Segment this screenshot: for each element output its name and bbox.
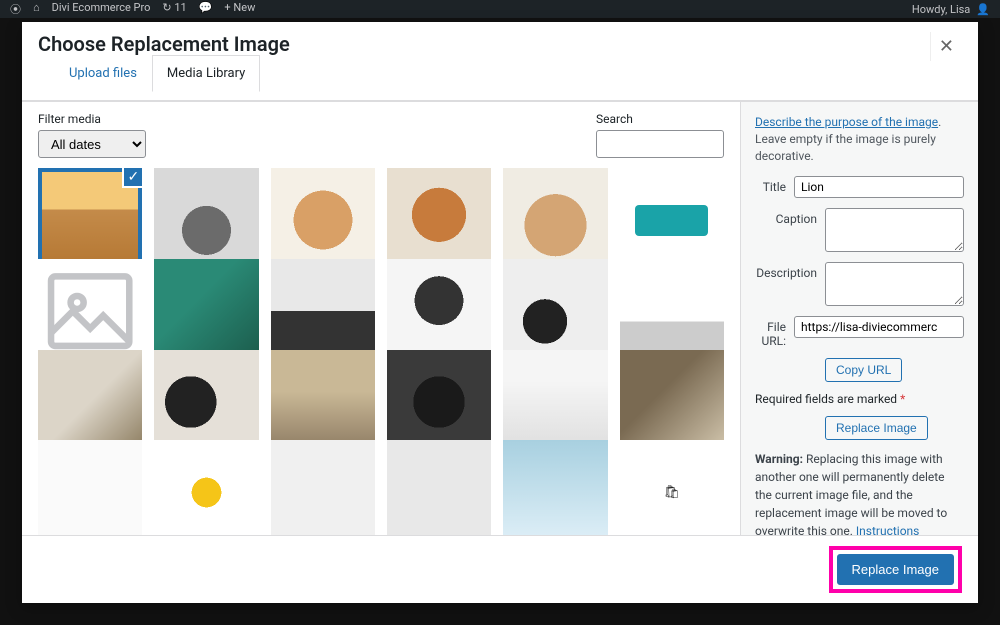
comments-icon[interactable]: 💬 xyxy=(199,1,213,17)
file-url-input[interactable] xyxy=(794,316,964,338)
search-label: Search xyxy=(596,112,724,126)
description-textarea[interactable] xyxy=(825,262,964,306)
caption-label: Caption xyxy=(755,208,825,226)
title-field: Title xyxy=(755,176,964,198)
title-input[interactable] xyxy=(794,176,964,198)
media-thumb-elephant[interactable] xyxy=(154,168,258,272)
house-icon[interactable]: ⌂ xyxy=(33,1,40,17)
updates-icon[interactable]: ↻ 11 xyxy=(162,1,186,17)
media-toolbar: Filter media All dates Search xyxy=(22,102,740,168)
check-icon: ✓ xyxy=(122,168,142,188)
replace-warning: Warning: Replacing this image with anoth… xyxy=(755,450,964,535)
file-url-label: File URL: xyxy=(755,316,794,348)
tabs: Upload files Media Library xyxy=(38,55,290,92)
site-title[interactable]: Divi Ecommerce Pro xyxy=(52,1,151,17)
media-thumb-camera-lens[interactable] xyxy=(387,350,491,454)
search-input[interactable] xyxy=(596,130,724,158)
media-thumb-laptop-desk[interactable] xyxy=(38,350,142,454)
media-modal: Choose Replacement Image Upload files Me… xyxy=(22,22,978,603)
filter-media-label: Filter media xyxy=(38,112,146,126)
tab-media-library[interactable]: Media Library xyxy=(152,55,260,92)
copy-url-wrap: Copy URL xyxy=(825,358,964,382)
wp-logo-icon[interactable]: ⦿ xyxy=(10,1,21,17)
modal-footer: Replace Image xyxy=(22,535,978,603)
media-thumb-product-2[interactable] xyxy=(271,440,375,535)
file-url-field: File URL: xyxy=(755,316,964,348)
bag-icon: 🛍 xyxy=(620,440,724,535)
media-thumb-placeholder[interactable] xyxy=(38,259,142,363)
media-thumb-iphone[interactable] xyxy=(503,350,607,454)
attachment-details-sidebar: Describe the purpose of the image. Leave… xyxy=(740,102,978,535)
media-thumb-beagle[interactable] xyxy=(387,168,491,272)
media-area: Filter media All dates Search ✓ xyxy=(22,102,740,535)
wp-admin-bar: ⦿ ⌂ Divi Ecommerce Pro ↻ 11 💬 + New Howd… xyxy=(0,0,1000,18)
describe-purpose-link[interactable]: Describe the purpose of the image xyxy=(755,115,938,129)
close-button[interactable]: ✕ xyxy=(930,32,962,61)
search-group: Search xyxy=(596,112,724,158)
media-thumb-corgi[interactable] xyxy=(503,168,607,272)
media-thumb-headphones[interactable] xyxy=(154,350,258,454)
howdy-user[interactable]: Howdy, Lisa xyxy=(912,3,970,16)
description-label: Description xyxy=(755,262,825,280)
title-label: Title xyxy=(755,176,794,194)
copy-url-button[interactable]: Copy URL xyxy=(825,358,902,382)
replace-image-button[interactable]: Replace Image xyxy=(837,554,954,585)
media-thumb-bag[interactable]: 🛍 xyxy=(620,440,724,535)
caption-textarea[interactable] xyxy=(825,208,964,252)
media-thumb-camera-shirt[interactable] xyxy=(271,259,375,363)
image-placeholder-icon xyxy=(38,259,142,363)
media-thumb-product-1[interactable] xyxy=(38,440,142,535)
media-thumb-camera-rig[interactable] xyxy=(387,259,491,363)
new-content[interactable]: + New xyxy=(224,1,255,17)
avatar-icon[interactable]: 👤 xyxy=(976,3,990,16)
media-thumb-camera-leaves[interactable] xyxy=(503,259,607,363)
footer-highlight: Replace Image xyxy=(829,546,962,593)
caption-field: Caption xyxy=(755,208,964,252)
required-note: Required fields are marked * xyxy=(755,392,964,406)
tab-upload-files[interactable]: Upload files xyxy=(54,55,152,92)
media-grid: ✓ xyxy=(22,168,740,535)
asterisk-icon: * xyxy=(900,392,905,406)
media-thumb-golden-retriever[interactable] xyxy=(271,168,375,272)
media-thumb-microphone[interactable] xyxy=(620,259,724,363)
media-thumb-sky[interactable] xyxy=(503,440,607,535)
replace-inline-wrap: Replace Image xyxy=(825,416,964,440)
media-thumb-teal-sofa[interactable] xyxy=(620,168,724,272)
filter-date-select[interactable]: All dates xyxy=(38,130,146,158)
media-thumb-product-3[interactable] xyxy=(387,440,491,535)
media-thumb-lion[interactable]: ✓ xyxy=(38,168,142,272)
alt-text-help: Describe the purpose of the image. Leave… xyxy=(755,114,964,164)
media-thumb-smartphone[interactable] xyxy=(154,259,258,363)
media-thumb-laptop-shelf[interactable] xyxy=(620,350,724,454)
media-thumb-typing[interactable] xyxy=(271,350,375,454)
replace-image-inline-button[interactable]: Replace Image xyxy=(825,416,928,440)
filter-media-group: Filter media All dates xyxy=(38,112,146,158)
modal-body: Filter media All dates Search ✓ xyxy=(22,101,978,535)
media-thumb-parachute[interactable] xyxy=(154,440,258,535)
description-field: Description xyxy=(755,262,964,306)
modal-header: Choose Replacement Image Upload files Me… xyxy=(22,22,978,101)
instructions-link[interactable]: Instructions xyxy=(856,524,919,535)
modal-title: Choose Replacement Image xyxy=(38,32,290,56)
